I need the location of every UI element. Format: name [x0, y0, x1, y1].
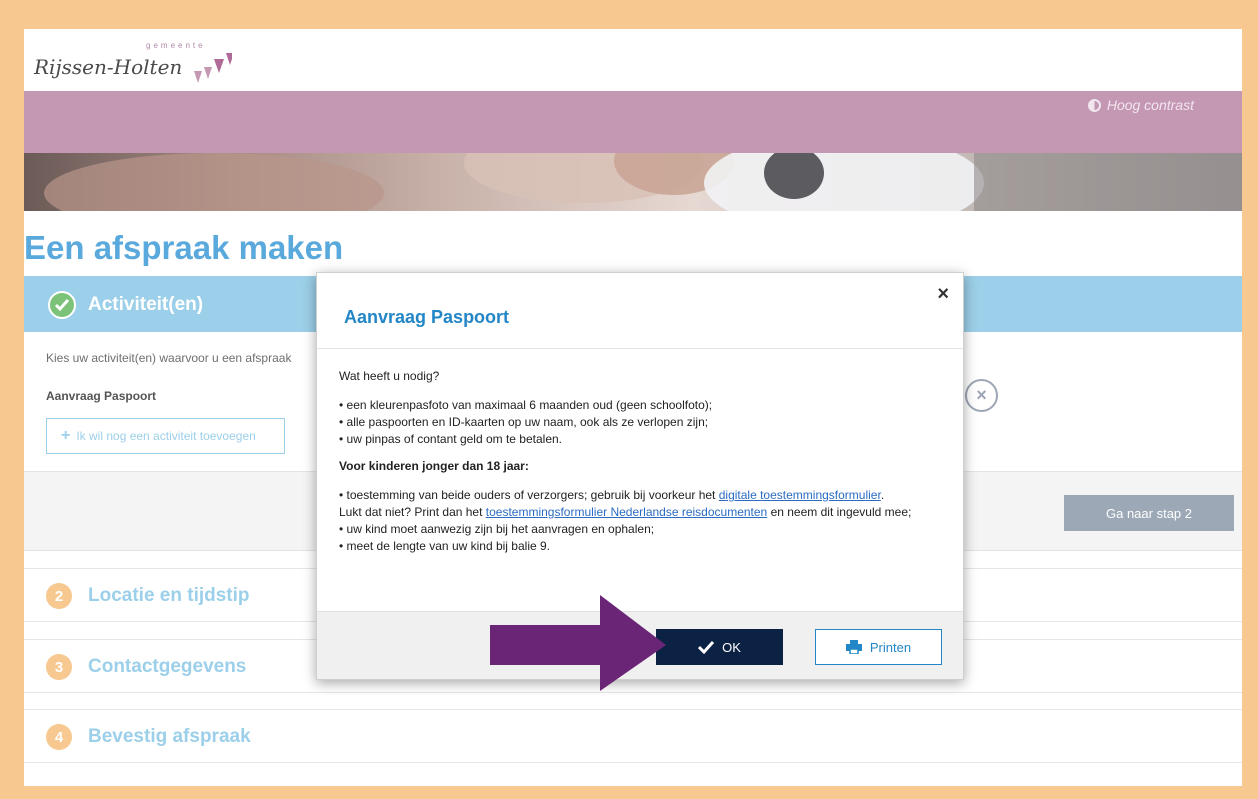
print-label: Printen	[869, 639, 912, 655]
browser-page: gemeente Rijssen-Holten Hoog contrast Ee…	[24, 29, 1242, 786]
ok-button[interactable]: OK	[656, 629, 783, 665]
checkmark-icon	[698, 640, 715, 654]
dialog-close-icon[interactable]: ×	[937, 283, 949, 306]
printer-icon	[845, 640, 862, 654]
children-text: • toestemming van beide ouders of verzor…	[339, 488, 719, 502]
ok-label: OK	[722, 639, 741, 655]
dialog-body: Wat heeft u nodig? • een kleurenpasfoto …	[339, 368, 949, 565]
children-text: Lukt dat niet? Print dan het	[339, 505, 486, 519]
children-text: • uw kind moet aanwezig zijn bij het aan…	[339, 522, 655, 536]
requirement-item: • een kleurenpasfoto van maximaal 6 maan…	[339, 398, 713, 412]
requirement-item: • uw pinpas of contant geld om te betale…	[339, 432, 563, 446]
dialog-title: Aanvraag Paspoort	[344, 307, 510, 327]
requirements-list: • een kleurenpasfoto van maximaal 6 maan…	[339, 397, 949, 448]
print-button[interactable]: Printen	[815, 629, 942, 665]
children-text: .	[880, 488, 885, 502]
dialog-header: Aanvraag Paspoort ×	[317, 273, 963, 349]
children-text: • meet de lengte van uw kind bij balie 9…	[339, 539, 550, 553]
dialog-question: Wat heeft u nodig?	[339, 369, 440, 383]
digital-consent-form-link[interactable]: digitale toestemmingsformulier	[719, 488, 881, 502]
children-text: en neem dit ingevuld mee;	[767, 505, 912, 519]
consent-form-travel-docs-link[interactable]: toestemmingsformulier Nederlandse reisdo…	[486, 505, 767, 519]
children-requirements: • toestemming van beide ouders of verzor…	[339, 487, 949, 555]
annotation-arrow-icon	[490, 595, 666, 691]
requirement-item: • alle paspoorten en ID-kaarten op uw na…	[339, 415, 709, 429]
children-heading: Voor kinderen jonger dan 18 jaar:	[339, 459, 529, 473]
